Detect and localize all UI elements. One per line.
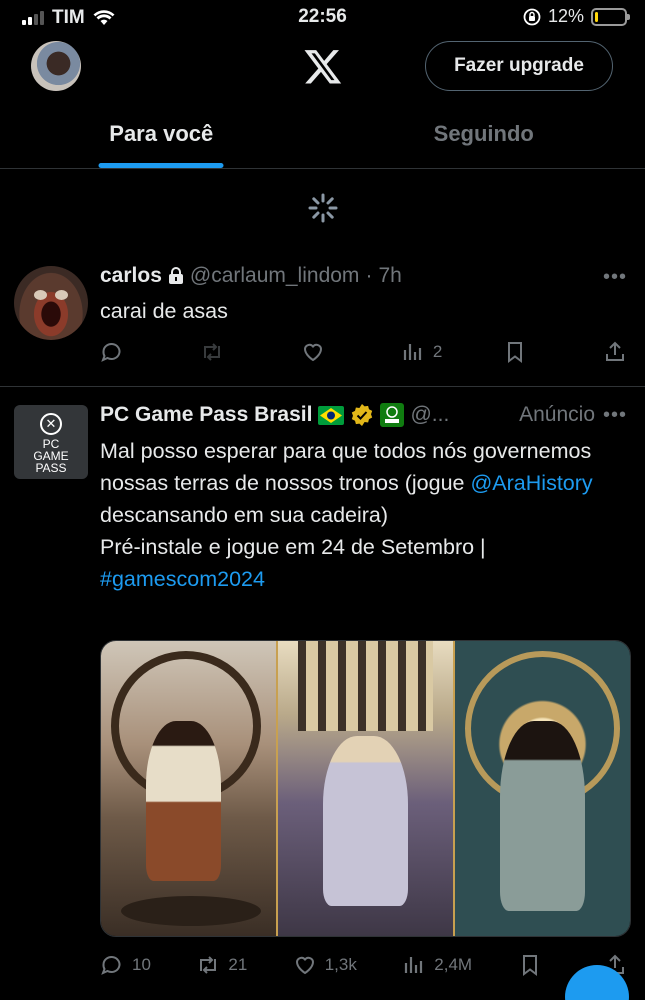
bookmark-button[interactable] — [518, 953, 558, 977]
author-avatar[interactable] — [14, 266, 88, 340]
reply-icon — [101, 343, 121, 362]
author-handle[interactable]: @carlaum_lindom — [190, 264, 360, 288]
tweet-header: carlos @carlaum_lindom · 7h — [100, 264, 402, 288]
author-name[interactable]: carlos — [100, 264, 162, 288]
more-options-icon[interactable]: ••• — [603, 404, 627, 427]
share-button[interactable] — [603, 340, 627, 364]
media-image[interactable] — [455, 641, 630, 936]
status-bar: TIM 22:56 12% — [0, 0, 645, 36]
lock-icon — [168, 267, 183, 284]
status-right: 12% — [523, 6, 630, 27]
heart-icon — [295, 956, 314, 975]
views-button[interactable]: 2 — [401, 340, 442, 364]
battery-percent: 12% — [547, 6, 584, 26]
tweet-text-part: descansando em sua cadeira) — [100, 503, 389, 527]
bookmark-icon — [522, 955, 537, 976]
tweet-text: carai de asas — [100, 299, 228, 323]
share-icon — [605, 341, 624, 361]
like-button[interactable] — [301, 340, 341, 364]
author-name[interactable]: PC Game Pass Brasil — [100, 403, 312, 427]
gamepass-badge-icon — [380, 403, 405, 427]
heart-icon — [303, 343, 322, 362]
upgrade-button[interactable]: Fazer upgrade — [425, 41, 613, 91]
tab-for-you[interactable]: Para você — [0, 105, 323, 168]
hashtag-link[interactable]: #gamescom2024 — [100, 567, 265, 591]
reply-button[interactable]: 10 — [100, 953, 151, 977]
active-tab-indicator — [98, 163, 224, 168]
orientation-lock-icon — [523, 8, 541, 25]
reply-button[interactable] — [100, 340, 140, 364]
tweet-text-part: Pré-instale e jogue em 24 de Setembro | — [100, 535, 486, 559]
more-options-icon[interactable]: ••• — [603, 266, 627, 289]
figure-graphic — [323, 736, 408, 906]
tab-for-you-label: Para você — [109, 121, 214, 146]
views-button[interactable]: 2,4M — [402, 953, 472, 977]
views-icon — [405, 957, 423, 973]
bookmark-button[interactable] — [503, 340, 543, 364]
media-image[interactable] — [276, 641, 455, 936]
tweet-header: PC Game Pass Brasil @... — [100, 403, 449, 427]
top-header: Fazer upgrade — [0, 36, 645, 96]
tweet[interactable]: ✕ PC GAME PASS PC Game Pass Brasil @... … — [0, 388, 645, 1000]
repost-icon — [204, 343, 221, 361]
figure-graphic — [500, 721, 585, 911]
tweet-time[interactable]: 7h — [378, 264, 401, 288]
tweet-actions: 10 21 1,3k 2,4M — [100, 953, 627, 977]
repost-icon — [200, 956, 217, 974]
reply-icon — [101, 956, 121, 975]
ad-label: Anúncio — [519, 403, 595, 426]
throne-base-graphic — [121, 896, 261, 926]
like-button[interactable]: 1,3k — [293, 953, 357, 977]
profile-avatar[interactable] — [31, 41, 81, 91]
loading-spinner-icon — [308, 193, 338, 223]
tweet[interactable]: carlos @carlaum_lindom · 7h ••• carai de… — [0, 262, 645, 387]
tab-following[interactable]: Seguindo — [323, 105, 645, 168]
figure-graphic — [146, 721, 221, 881]
battery-icon — [591, 7, 630, 26]
xbox-logo-icon: ✕ — [40, 413, 62, 435]
verified-badge-icon — [352, 404, 373, 426]
tweet-media[interactable] — [100, 640, 631, 937]
brazil-flag-icon — [318, 405, 345, 425]
media-image[interactable] — [101, 641, 276, 936]
tweet-text: Mal posso esperar para que todos nós gov… — [100, 435, 623, 595]
tab-following-label: Seguindo — [433, 121, 534, 146]
repost-button[interactable] — [200, 340, 240, 364]
repost-button[interactable]: 21 — [196, 953, 247, 977]
author-handle[interactable]: @... — [410, 403, 449, 427]
timeline-tabs: Para você Seguindo — [0, 105, 645, 169]
repost-count: 21 — [228, 955, 248, 974]
x-logo-icon[interactable] — [302, 46, 344, 86]
views-count: 2,4M — [434, 955, 473, 974]
like-count: 1,3k — [324, 955, 357, 974]
views-count: 2 — [432, 342, 443, 361]
author-avatar[interactable]: ✕ PC GAME PASS — [14, 405, 88, 479]
mention-link[interactable]: @AraHistory — [470, 471, 592, 495]
bookmark-icon — [507, 342, 522, 363]
reply-count: 10 — [132, 955, 151, 974]
throne-back-graphic — [298, 641, 433, 731]
avatar-line: PASS — [35, 461, 67, 475]
tweet-actions: 2 — [100, 340, 627, 364]
views-icon — [403, 344, 421, 360]
